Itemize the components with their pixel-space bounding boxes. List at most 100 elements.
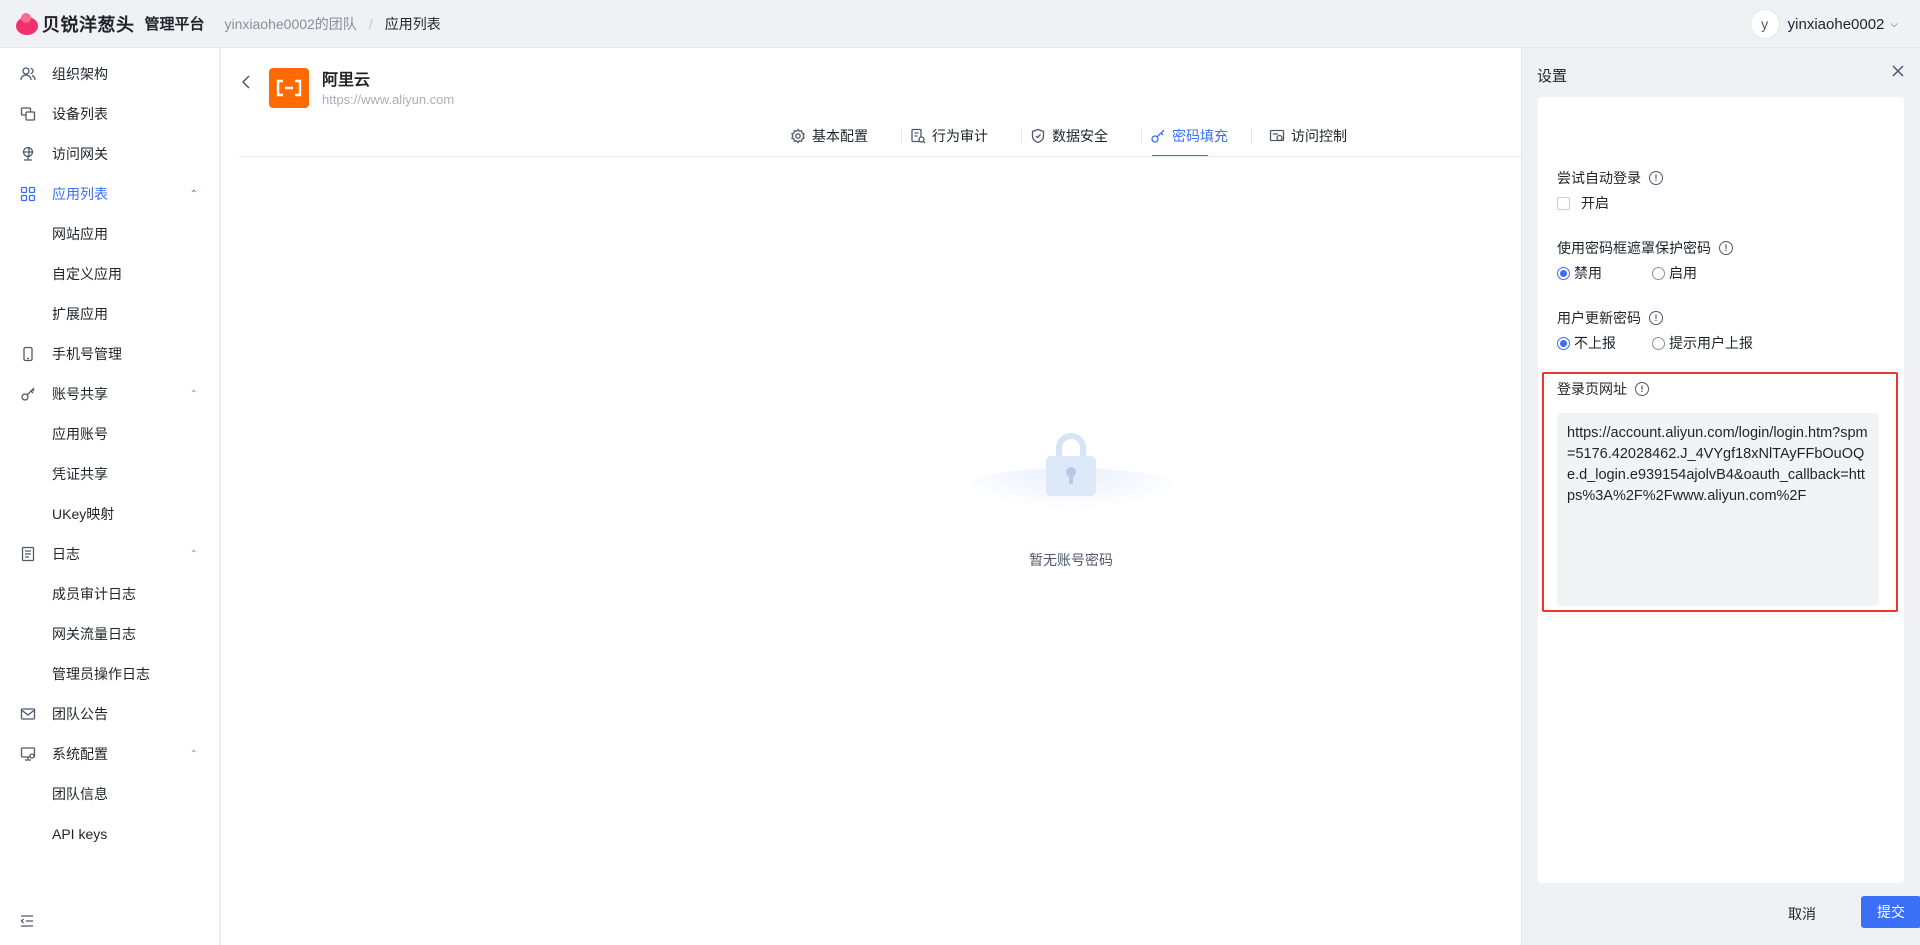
mask-label: 使用密码框遮罩保护密码 ! xyxy=(1557,238,1733,258)
breadcrumb-separator: / xyxy=(368,15,373,32)
sidebar-item-team-info[interactable]: 团队信息 xyxy=(0,776,220,812)
auto-login-label: 尝试自动登录 ! xyxy=(1557,168,1663,188)
field-label-text: 用户更新密码 xyxy=(1557,310,1641,326)
app-url[interactable]: https://www.aliyun.com xyxy=(322,92,454,107)
breadcrumb-team[interactable]: yinxiaohe0002的团队 xyxy=(225,14,357,34)
sidebar-item-label: 自定义应用 xyxy=(52,266,122,282)
sidebar-item-custom-apps[interactable]: 自定义应用 xyxy=(0,256,220,292)
sidebar-item-label: 应用账号 xyxy=(52,426,108,442)
access-icon xyxy=(1269,128,1285,144)
sidebar-item-admin-ops[interactable]: 管理员操作日志 xyxy=(0,656,220,692)
phone-icon xyxy=(19,345,37,363)
sidebar-item-org[interactable]: 组织架构 xyxy=(0,56,220,92)
chevron-up-icon: ⌃ xyxy=(189,748,198,760)
cancel-button[interactable]: 取消 xyxy=(1788,904,1816,924)
settings-drawer: 设置 尝试自动登录 ! 开启 使用密码框遮罩保护密码 ! 禁用 启用 用户更新密… xyxy=(1521,48,1920,945)
sidebar-item-phone[interactable]: 手机号管理 xyxy=(0,336,220,372)
sidebar-item-web-apps[interactable]: 网站应用 xyxy=(0,216,220,252)
main-content: 阿里云 https://www.aliyun.com 基本配置 行为审计 数据安… xyxy=(221,48,1521,945)
submit-button[interactable]: 提交 xyxy=(1861,896,1920,928)
sidebar-item-label: 扩展应用 xyxy=(52,306,108,322)
gear-icon xyxy=(790,128,806,144)
app-name: 阿里云 xyxy=(322,72,371,89)
drawer-title: 设置 xyxy=(1537,68,1568,85)
sidebar-item-logs[interactable]: 日志 ⌃ xyxy=(0,536,220,572)
tab-data-security[interactable]: 数据安全 xyxy=(1030,125,1108,147)
avatar: y xyxy=(1749,9,1780,39)
mask-radio-disable[interactable]: 禁用 xyxy=(1557,263,1602,283)
info-icon[interactable]: ! xyxy=(1719,241,1733,255)
sidebar-item-ext-apps[interactable]: 扩展应用 xyxy=(0,296,220,332)
update-radio-no-report[interactable]: 不上报 xyxy=(1557,333,1616,353)
tab-basic-config[interactable]: 基本配置 xyxy=(790,125,868,147)
platform-name: 管理平台 xyxy=(144,16,205,33)
chevron-down-icon: ⌵ xyxy=(1890,18,1898,30)
radio-selected[interactable] xyxy=(1557,266,1570,280)
sidebar-item-devices[interactable]: 设备列表 xyxy=(0,96,220,132)
back-arrow-icon[interactable] xyxy=(239,74,255,90)
aliyun-logo-icon xyxy=(269,68,309,108)
field-label-text: 使用密码框遮罩保护密码 xyxy=(1557,240,1711,256)
sidebar-item-ukey[interactable]: UKey映射 xyxy=(0,496,220,532)
chevron-up-icon: ⌃ xyxy=(189,388,198,400)
user-menu[interactable]: y yinxiaohe0002 ⌵ xyxy=(1749,9,1898,39)
monitor-icon xyxy=(19,745,37,763)
close-icon[interactable] xyxy=(1890,63,1906,79)
tab-label: 基本配置 xyxy=(812,128,868,144)
collapse-sidebar-icon[interactable] xyxy=(19,913,37,931)
checkbox[interactable] xyxy=(1557,196,1570,210)
key-icon xyxy=(19,385,37,403)
auto-login-checkbox[interactable]: 开启 xyxy=(1557,193,1609,213)
sidebar-item-credential-share[interactable]: 凭证共享 xyxy=(0,456,220,492)
mail-icon xyxy=(19,705,37,723)
info-icon[interactable]: ! xyxy=(1649,311,1663,325)
sidebar-item-gateway-traffic[interactable]: 网关流量日志 xyxy=(0,616,220,652)
sidebar-item-label: 成员审计日志 xyxy=(52,586,136,602)
brand-name: 贝锐洋葱头 xyxy=(42,14,135,35)
sidebar-item-api-keys[interactable]: API keys xyxy=(0,816,220,852)
top-bar: 贝锐洋葱头 管理平台 yinxiaohe0002的团队 / 应用列表 y yin… xyxy=(0,0,1920,48)
sidebar-item-label: 访问网关 xyxy=(52,146,108,162)
sidebar-item-member-audit[interactable]: 成员审计日志 xyxy=(0,576,220,612)
chevron-up-icon: ⌃ xyxy=(189,188,198,200)
tab-label: 数据安全 xyxy=(1052,128,1108,144)
tab-divider xyxy=(901,128,902,144)
info-icon[interactable]: ! xyxy=(1635,382,1649,396)
mask-radio-enable[interactable]: 启用 xyxy=(1652,263,1697,283)
tab-label: 密码填充 xyxy=(1172,128,1228,144)
logo[interactable]: 贝锐洋葱头 管理平台 xyxy=(16,11,205,37)
radio[interactable] xyxy=(1652,266,1665,280)
sidebar-item-label: 团队信息 xyxy=(52,786,108,802)
brand-logo-icon xyxy=(16,12,38,35)
radio-selected[interactable] xyxy=(1557,336,1570,350)
sidebar-item-label: 应用列表 xyxy=(52,186,108,202)
sidebar-item-apps[interactable]: 应用列表 ⌃ xyxy=(0,176,220,212)
update-radio-prompt[interactable]: 提示用户上报 xyxy=(1652,333,1753,353)
sidebar-item-label: UKey映射 xyxy=(52,506,115,522)
empty-illustration xyxy=(961,428,1181,518)
shield-icon xyxy=(1030,128,1046,144)
sidebar-item-gateway[interactable]: 访问网关 xyxy=(0,136,220,172)
radio[interactable] xyxy=(1652,336,1665,350)
tab-password-fill[interactable]: 密码填充 xyxy=(1150,125,1228,147)
tabs-divider xyxy=(239,156,1521,157)
tab-label: 行为审计 xyxy=(932,128,988,144)
sidebar-item-label: 团队公告 xyxy=(52,706,108,722)
org-icon xyxy=(19,65,37,83)
sidebar-item-account-share[interactable]: 账号共享 ⌃ xyxy=(0,376,220,412)
tab-access-control[interactable]: 访问控制 xyxy=(1269,125,1347,147)
sidebar-item-label: 凭证共享 xyxy=(52,466,108,482)
info-icon[interactable]: ! xyxy=(1649,171,1663,185)
tab-divider xyxy=(1021,128,1022,144)
sidebar-item-label: 网关流量日志 xyxy=(52,626,136,642)
field-label-text: 尝试自动登录 xyxy=(1557,170,1641,186)
sidebar-item-app-accounts[interactable]: 应用账号 xyxy=(0,416,220,452)
breadcrumb: yinxiaohe0002的团队 / 应用列表 xyxy=(225,14,441,34)
sidebar-item-system-config[interactable]: 系统配置 ⌃ xyxy=(0,736,220,772)
login-url-label: 登录页网址 ! xyxy=(1557,379,1649,399)
gateway-icon xyxy=(19,145,37,163)
tab-behavior-audit[interactable]: 行为审计 xyxy=(910,125,988,147)
sidebar-item-announcement[interactable]: 团队公告 xyxy=(0,696,220,732)
sidebar-item-label: 网站应用 xyxy=(52,226,108,242)
login-url-textarea[interactable]: https://account.aliyun.com/login/login.h… xyxy=(1557,413,1879,606)
